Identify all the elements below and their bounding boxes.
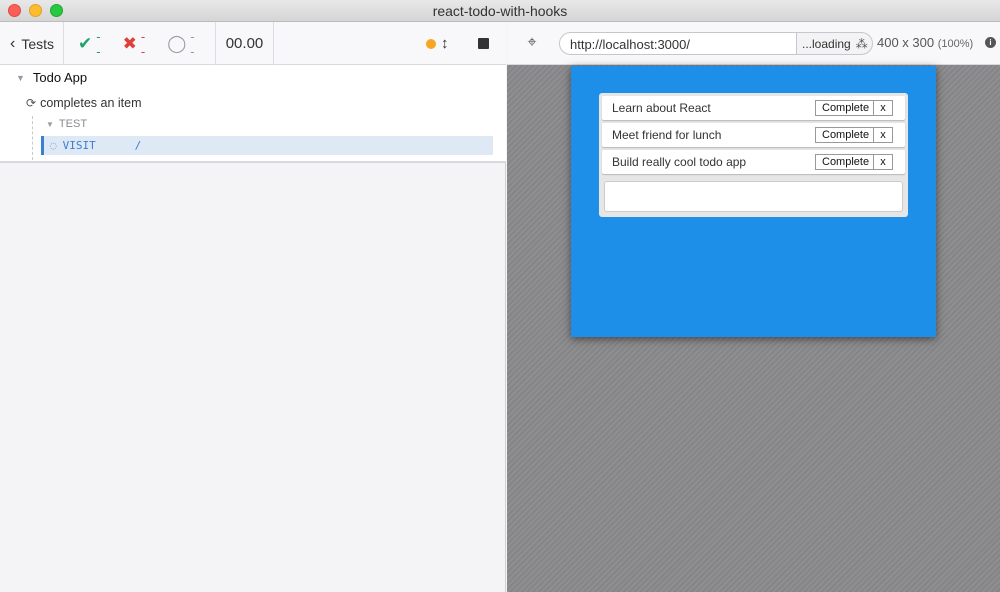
aut-header: ⌖ http://localhost:3000/ ...loading ⁂ 40… <box>507 22 1000 65</box>
remove-button[interactable]: x <box>873 154 893 170</box>
caret-down-icon: ▼ <box>16 72 25 83</box>
command-name: VISIT <box>62 139 96 152</box>
info-icon[interactable]: i <box>985 37 996 48</box>
passed-count: -- <box>96 28 101 59</box>
todo-list: Learn about React Complete x Meet friend… <box>599 93 908 217</box>
pending-count: -- <box>190 28 195 59</box>
todo-item: Meet friend for lunch Complete x <box>602 123 905 147</box>
new-todo-input[interactable] <box>604 181 903 212</box>
app-iframe: Learn about React Complete x Meet friend… <box>571 66 936 337</box>
loading-indicator: ...loading ⁂ <box>796 32 873 55</box>
suite-title: Todo App <box>32 70 88 85</box>
viewport-size: 400 x 300 <box>877 35 935 50</box>
complete-button[interactable]: Complete <box>815 154 877 170</box>
tests-label: Tests <box>21 35 55 52</box>
refresh-icon: ⟳ <box>26 96 37 110</box>
test-section-header[interactable]: ▼ TEST <box>46 118 87 130</box>
window-titlebar: react-todo-with-hooks <box>0 0 1000 22</box>
running-dot-icon <box>426 38 436 49</box>
pending-stat: ◯ -- <box>167 29 194 59</box>
reporter-pane: ‹ Tests ✔ -- ✖ -- ◯ -- 00.00 ↕ ▼ Todo Ap… <box>0 22 506 592</box>
runnables-list: ▼ Todo App ⟳ completes an item ▼ TEST ◌ … <box>0 65 506 163</box>
stop-icon <box>478 38 489 49</box>
todo-item: Build really cool todo app Complete x <box>602 150 905 174</box>
failed-count: -- <box>140 28 146 59</box>
reporter-toolbar: ‹ Tests ✔ -- ✖ -- ◯ -- 00.00 ↕ <box>0 22 506 65</box>
command-row[interactable]: ◌ VISIT / <box>41 136 493 155</box>
window-title: react-todo-with-hooks <box>432 3 568 19</box>
test-row[interactable]: ⟳ completes an item <box>26 96 142 110</box>
tests-back-button[interactable]: ‹ Tests <box>0 22 64 65</box>
aut-viewport: Learn about React Complete x Meet friend… <box>507 65 1000 592</box>
remove-button[interactable]: x <box>873 100 893 116</box>
duration-display: 00.00 <box>216 22 274 65</box>
chevron-left-icon: ‹ <box>10 34 16 52</box>
complete-button[interactable]: Complete <box>815 127 877 143</box>
todo-text: Build really cool todo app <box>612 155 747 169</box>
running-indicator <box>426 22 436 65</box>
passed-stat: ✔ -- <box>78 29 101 59</box>
test-title: completes an item <box>40 96 142 110</box>
stop-button[interactable] <box>478 22 489 65</box>
pending-circle-icon: ◯ <box>167 33 187 53</box>
url-display[interactable]: http://localhost:3000/ <box>559 32 797 55</box>
cross-icon: ✖ <box>122 33 137 53</box>
viewport-scale: (100%) <box>937 38 974 50</box>
test-stats: ✔ -- ✖ -- ◯ -- <box>64 22 216 65</box>
failed-stat: ✖ -- <box>123 29 146 59</box>
resize-arrows-icon[interactable]: ↕ <box>441 22 449 65</box>
check-icon: ✔ <box>78 33 93 53</box>
complete-button[interactable]: Complete <box>815 100 877 116</box>
loading-label: ...loading <box>802 37 851 51</box>
caret-down-icon: ▼ <box>46 119 54 129</box>
todo-text: Meet friend for lunch <box>612 128 722 142</box>
remove-button[interactable]: x <box>873 127 893 143</box>
command-arg: / <box>134 139 142 152</box>
spinner-icon: ◌ <box>50 139 57 152</box>
test-section-label: TEST <box>58 118 88 130</box>
todo-text: Learn about React <box>612 101 711 115</box>
viewport-info: 400 x 300 (100%) <box>877 35 973 50</box>
todo-item: Learn about React Complete x <box>602 96 905 120</box>
spinner-icon: ⁂ <box>855 37 868 51</box>
test-body: ▼ TEST ◌ VISIT / <box>32 116 493 160</box>
suite-row[interactable]: ▼ Todo App <box>16 70 87 85</box>
crosshair-icon[interactable]: ⌖ <box>521 32 543 54</box>
